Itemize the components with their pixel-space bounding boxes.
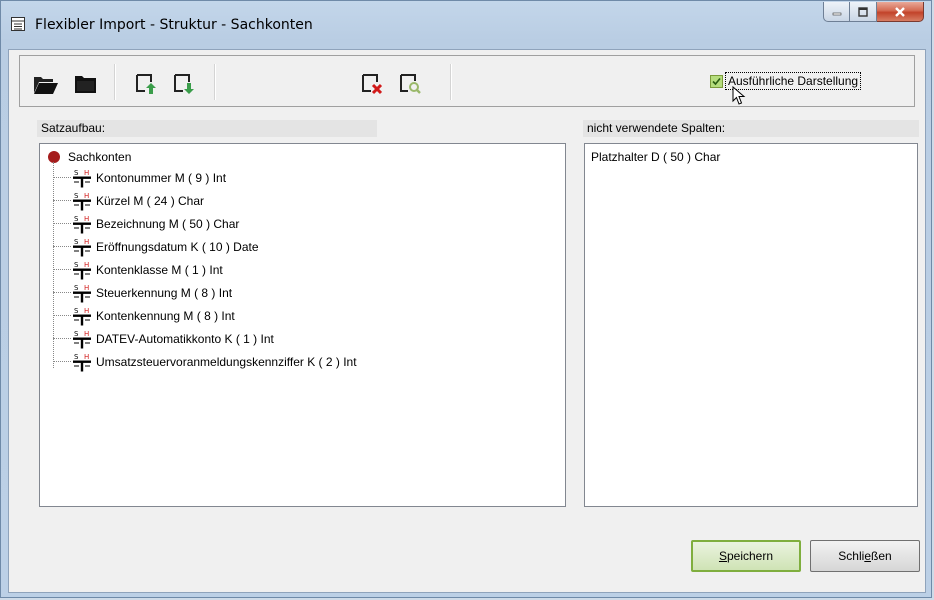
tree-field-label: Kürzel M ( 24 ) Char <box>96 193 205 208</box>
field-type-icon: SH <box>72 283 92 303</box>
svg-text:H: H <box>84 238 89 246</box>
field-type-icon: SH <box>72 329 92 349</box>
svg-text:S: S <box>74 353 79 361</box>
window-title: Flexibler Import - Struktur - Sachkonten <box>35 17 313 33</box>
unused-column-item[interactable]: Platzhalter D ( 50 ) Char <box>591 150 720 164</box>
field-type-icon: SH <box>72 214 92 234</box>
tree-field-item[interactable]: S H Steuerkennung M ( 8 ) Int <box>46 281 357 304</box>
tree-field-item[interactable]: S H Kürzel M ( 24 ) Char <box>46 189 357 212</box>
maximize-button[interactable] <box>850 2 877 22</box>
tree-field-item[interactable]: S H Bezeichnung M ( 50 ) Char <box>46 212 357 235</box>
tree-field-item[interactable]: S H Umsatzsteuervoranmeldungskennziffer K … <box>46 350 357 373</box>
mouse-pointer-icon <box>732 86 746 105</box>
svg-text:H: H <box>84 261 89 269</box>
record-root-icon <box>48 151 60 163</box>
tree-field-label: Bezeichnung M ( 50 ) Char <box>96 216 240 231</box>
svg-text:S: S <box>74 169 79 177</box>
svg-text:H: H <box>84 330 89 338</box>
folder-button[interactable] <box>72 70 100 98</box>
arrow-down-icon <box>174 74 194 94</box>
tree-field-label: Kontenkennung M ( 8 ) Int <box>96 308 235 323</box>
move-down-button[interactable] <box>170 70 198 98</box>
svg-text:S: S <box>74 238 79 246</box>
close-window-button[interactable] <box>877 2 924 22</box>
move-up-button[interactable] <box>132 70 160 98</box>
tree-field-item[interactable]: S H Kontenklasse M ( 1 ) Int <box>46 258 357 281</box>
toolbar: Ausführliche Darstellung <box>19 55 915 107</box>
svg-text:S: S <box>74 307 79 315</box>
dialog-client-area: Ausführliche Darstellung Satzaufbau: nic… <box>8 49 926 593</box>
minimize-button[interactable] <box>823 2 850 22</box>
tree-field-label: Umsatzsteuervoranmeldungskennziffer K ( … <box>96 354 357 369</box>
delete-icon <box>362 74 383 95</box>
save-button[interactable]: Speichern <box>691 540 801 572</box>
maximize-icon <box>858 6 868 17</box>
tree-field-item[interactable]: S H Eröffnungsdatum K ( 10 ) Date <box>46 235 357 258</box>
close-icon <box>895 6 905 17</box>
tree-field-label: Eröffnungsdatum K ( 10 ) Date <box>96 239 259 254</box>
unused-columns-label: nicht verwendete Spalten: <box>583 120 919 137</box>
folder-icon <box>75 76 96 93</box>
field-type-icon: SH <box>72 168 92 188</box>
tree-root-node[interactable]: Sachkonten <box>46 148 357 166</box>
svg-text:H: H <box>84 215 89 223</box>
field-type-icon: SH <box>72 237 92 257</box>
app-icon <box>11 17 25 31</box>
field-type-icon: SH <box>72 191 92 211</box>
svg-text:H: H <box>84 169 89 177</box>
field-type-icon: SH <box>72 352 92 372</box>
search-button[interactable] <box>396 70 424 98</box>
delete-button[interactable] <box>358 70 386 98</box>
svg-text:S: S <box>74 330 79 338</box>
svg-text:H: H <box>84 307 89 315</box>
checkmark-icon <box>712 77 721 85</box>
tree-field-item[interactable]: S H Kontonummer M ( 9 ) Int <box>46 166 357 189</box>
svg-text:H: H <box>84 353 89 361</box>
tree-field-label: Kontenklasse M ( 1 ) Int <box>96 262 223 277</box>
minimize-icon <box>832 12 841 15</box>
open-folder-icon <box>34 77 58 94</box>
structure-tree-panel[interactable]: Sachkonten S H Kontonummer M ( 9 ) Int S H Kü… <box>39 143 566 507</box>
svg-text:S: S <box>74 284 79 292</box>
svg-text:H: H <box>84 192 89 200</box>
window: Flexibler Import - Struktur - Sachkonten <box>0 0 932 598</box>
field-type-icon: SH <box>72 260 92 280</box>
tree-root-label: Sachkonten <box>68 150 132 164</box>
open-folder-button[interactable] <box>32 70 60 98</box>
field-type-icon: SH <box>72 306 92 326</box>
tree-field-item[interactable]: S H DATEV-Automatikkonto K ( 1 ) Int <box>46 327 357 350</box>
tree-field-item[interactable]: S H Kontenkennung M ( 8 ) Int <box>46 304 357 327</box>
svg-text:S: S <box>74 192 79 200</box>
arrow-up-icon <box>136 74 156 94</box>
tree-field-label: Steuerkennung M ( 8 ) Int <box>96 285 233 300</box>
title-bar[interactable]: Flexibler Import - Struktur - Sachkonten <box>1 1 931 49</box>
structure-label: Satzaufbau: <box>37 120 377 137</box>
structure-tree: Sachkonten S H Kontonummer M ( 9 ) Int S H Kü… <box>46 148 357 373</box>
tree-field-label: DATEV-Automatikkonto K ( 1 ) Int <box>96 331 274 346</box>
close-button[interactable]: Schli e ßen <box>810 540 920 572</box>
magnify-icon <box>400 74 421 94</box>
checkbox-box[interactable] <box>710 74 723 88</box>
unused-columns-panel[interactable]: Platzhalter D ( 50 ) Char <box>584 143 918 507</box>
svg-text:S: S <box>74 261 79 269</box>
svg-text:H: H <box>84 284 89 292</box>
tree-field-label: Kontonummer M ( 9 ) Int <box>96 170 227 185</box>
svg-text:S: S <box>74 215 79 223</box>
